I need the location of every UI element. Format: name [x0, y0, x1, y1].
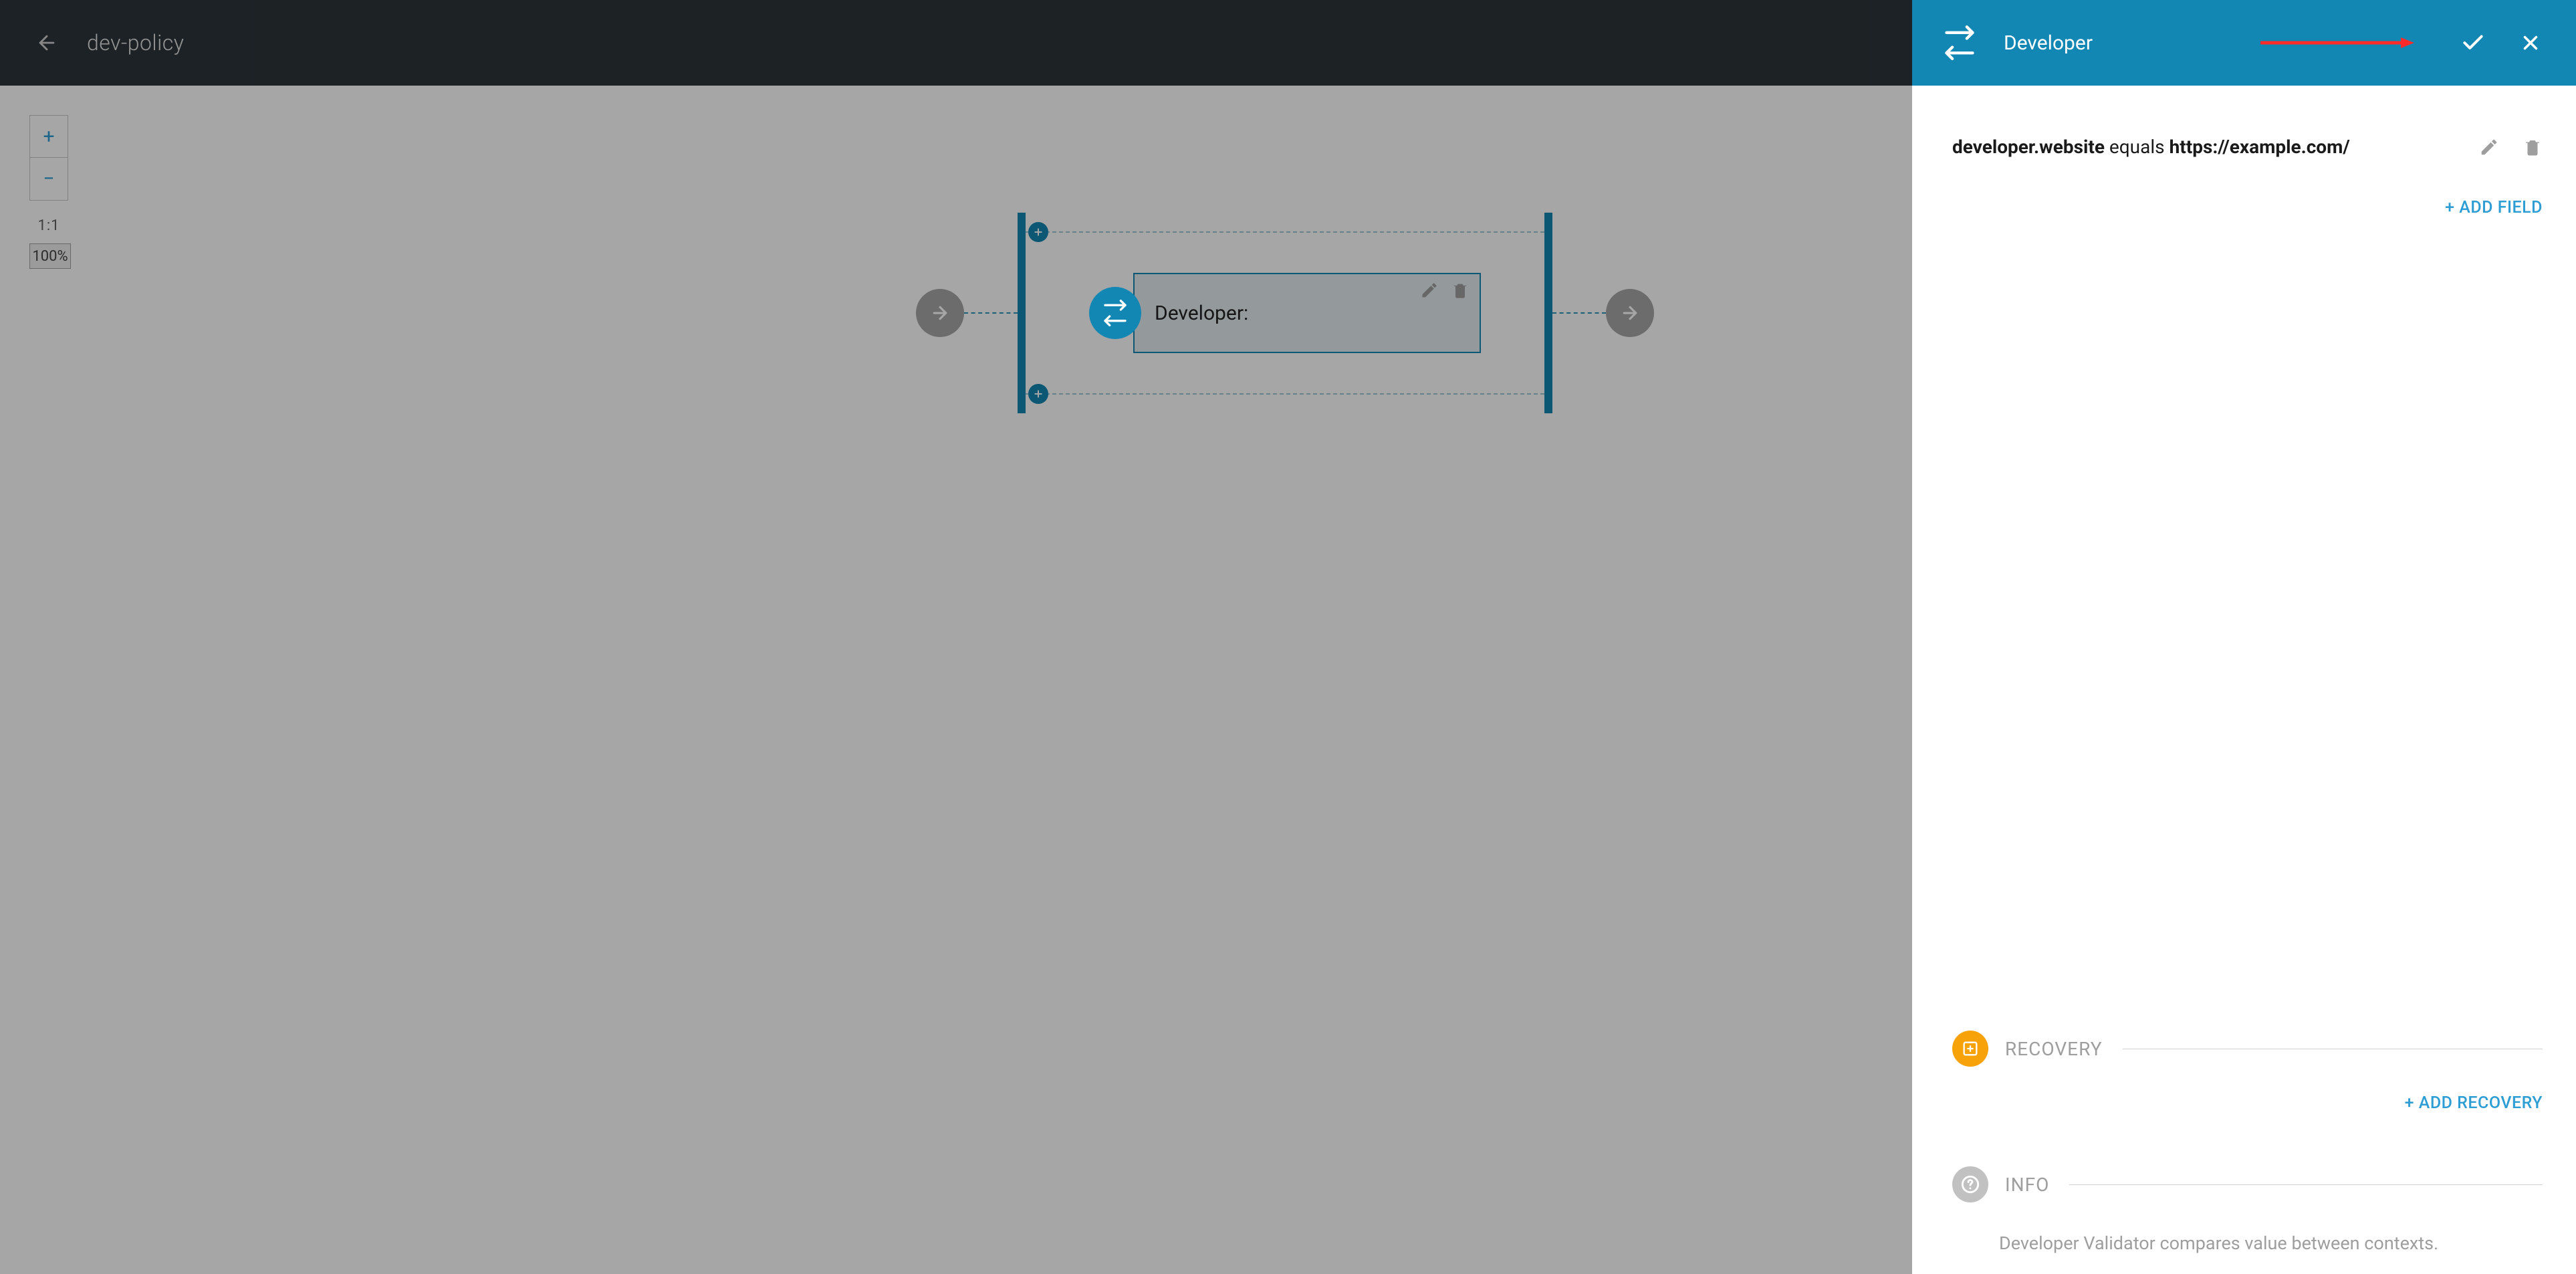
check-icon — [2460, 30, 2486, 56]
condition-text: developer.website equals https://example… — [1952, 136, 2459, 158]
add-recovery-button[interactable]: + ADD RECOVERY — [2405, 1093, 2543, 1113]
info-label: INFO — [2005, 1174, 2049, 1196]
condition-tools — [2479, 137, 2543, 157]
spacer — [1952, 217, 2543, 1024]
condition-row: developer.website equals https://example… — [1952, 136, 2543, 158]
swap-horiz-icon — [1942, 25, 1977, 60]
arrow-right-long-icon — [2260, 36, 2414, 49]
info-icon-wrap — [1952, 1166, 1988, 1202]
panel-type-icon — [1942, 25, 1977, 60]
confirm-button[interactable] — [2454, 24, 2492, 62]
validator-node-disc[interactable] — [1089, 287, 1141, 339]
condition-op: equals — [2109, 136, 2165, 158]
modal-overlay[interactable] — [0, 0, 1912, 1274]
panel-header: Developer — [1912, 0, 2576, 86]
close-icon — [2519, 31, 2542, 54]
recovery-label: RECOVERY — [2005, 1038, 2103, 1060]
section-divider — [2069, 1184, 2543, 1185]
close-panel-button[interactable] — [2512, 24, 2549, 62]
condition-attr: developer.website — [1952, 136, 2105, 158]
add-field-button[interactable]: + ADD FIELD — [2445, 198, 2543, 217]
panel-title: Developer — [2004, 31, 2260, 55]
highlight-arrow — [2260, 36, 2414, 49]
question-icon — [1961, 1175, 1980, 1194]
developer-panel: Developer developer.website equals https… — [1912, 0, 2576, 1274]
recovery-section-header: RECOVERY — [1952, 1031, 2543, 1067]
panel-body: developer.website equals https://example… — [1912, 86, 2576, 1274]
swap-horiz-icon — [1102, 300, 1129, 326]
info-section-header: INFO — [1952, 1166, 2543, 1202]
plus-square-icon — [1961, 1039, 1980, 1058]
info-description: Developer Validator compares value betwe… — [1952, 1233, 2543, 1254]
condition-value: https://example.com/ — [2170, 136, 2350, 158]
recovery-icon — [1952, 1031, 1988, 1067]
trash-icon[interactable] — [2523, 137, 2543, 157]
pencil-icon[interactable] — [2479, 137, 2499, 157]
